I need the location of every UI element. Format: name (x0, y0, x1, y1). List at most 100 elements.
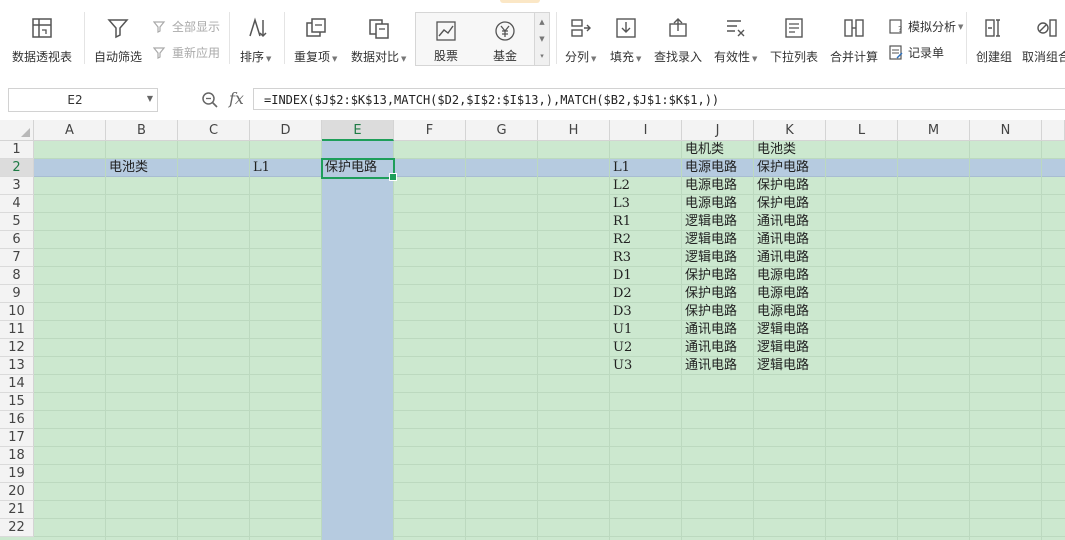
cell-j7[interactable]: 逻辑电路 (682, 249, 754, 267)
cell-k4[interactable]: 保护电路 (754, 195, 826, 213)
cell-k10[interactable]: 电源电路 (754, 303, 826, 321)
show-all-button[interactable]: 全部显示 (152, 18, 220, 35)
select-all-corner[interactable] (0, 120, 34, 141)
column-header-e[interactable]: E (322, 120, 394, 141)
gallery-scrollbar[interactable]: ▲ ▼ ▾ (534, 13, 549, 65)
grid-row[interactable] (34, 213, 1065, 231)
grid-row[interactable] (34, 411, 1065, 429)
formula-input[interactable]: =INDEX($J$2:$K$13,MATCH($D2,$I$2:$I$13,)… (253, 88, 1065, 110)
cell-b2[interactable]: 电池类 (106, 159, 178, 177)
column-header-j[interactable]: J (682, 120, 754, 141)
cell-k7[interactable]: 通讯电路 (754, 249, 826, 267)
cell-k6[interactable]: 通讯电路 (754, 231, 826, 249)
row-header-10[interactable]: 10 (0, 303, 34, 321)
grid-row[interactable] (34, 231, 1065, 249)
cell-i7[interactable]: R3 (610, 249, 682, 267)
row-header-19[interactable]: 19 (0, 465, 34, 483)
cell-i13[interactable]: U3 (610, 357, 682, 375)
row-header-3[interactable]: 3 (0, 177, 34, 195)
row-header-13[interactable]: 13 (0, 357, 34, 375)
cell-k5[interactable]: 通讯电路 (754, 213, 826, 231)
cell-j4[interactable]: 电源电路 (682, 195, 754, 213)
autofilter-button[interactable]: 自动筛选 (94, 14, 142, 70)
dropdown-list-button[interactable]: 下拉列表 (770, 14, 818, 70)
cell-j9[interactable]: 保护电路 (682, 285, 754, 303)
column-header-b[interactable]: B (106, 120, 178, 141)
grid-row[interactable] (34, 483, 1065, 501)
column-header-partial[interactable] (1042, 120, 1065, 141)
column-header-c[interactable]: C (178, 120, 250, 141)
cell-k11[interactable]: 逻辑电路 (754, 321, 826, 339)
row-header-5[interactable]: 5 (0, 213, 34, 231)
what-if-analysis-button[interactable]: ? 模拟分析 ▼ (888, 18, 963, 35)
cell-j8[interactable]: 保护电路 (682, 267, 754, 285)
data-compare-button[interactable]: 数据对比 ▼ (351, 14, 406, 70)
fill-handle[interactable] (389, 173, 397, 181)
row-header-20[interactable]: 20 (0, 483, 34, 501)
cell-k12[interactable]: 逻辑电路 (754, 339, 826, 357)
duplicates-button[interactable]: 重复项 ▼ (294, 14, 337, 70)
cell-k8[interactable]: 电源电路 (754, 267, 826, 285)
column-header-i[interactable]: I (610, 120, 682, 141)
cell-j6[interactable]: 逻辑电路 (682, 231, 754, 249)
row-header-7[interactable]: 7 (0, 249, 34, 267)
row-header-2[interactable]: 2 (0, 159, 34, 177)
reapply-button[interactable]: 重新应用 (152, 44, 220, 61)
cell-d2[interactable]: L1 (250, 159, 322, 177)
cell-k1[interactable]: 电池类 (754, 141, 826, 159)
pivot-table-button[interactable]: 数据透视表 (12, 14, 72, 70)
cell-j1[interactable]: 电机类 (682, 141, 754, 159)
grid-row[interactable] (34, 249, 1065, 267)
row-header-14[interactable]: 14 (0, 375, 34, 393)
grid-row[interactable] (34, 267, 1065, 285)
cell-k2[interactable]: 保护电路 (754, 159, 826, 177)
cell-j2[interactable]: 电源电路 (682, 159, 754, 177)
grid-row[interactable] (34, 321, 1065, 339)
row-header-8[interactable]: 8 (0, 267, 34, 285)
cell-j5[interactable]: 逻辑电路 (682, 213, 754, 231)
cell-j10[interactable]: 保护电路 (682, 303, 754, 321)
row-header-15[interactable]: 15 (0, 393, 34, 411)
cell-k3[interactable]: 保护电路 (754, 177, 826, 195)
column-header-f[interactable]: F (394, 120, 466, 141)
row-header-6[interactable]: 6 (0, 231, 34, 249)
chevron-down-icon[interactable]: ▼ (539, 35, 544, 43)
row-header-16[interactable]: 16 (0, 411, 34, 429)
cell-i3[interactable]: L2 (610, 177, 682, 195)
lookup-entry-button[interactable]: 查找录入 (654, 14, 702, 70)
grid-row[interactable] (34, 501, 1065, 519)
validity-button[interactable]: 有效性 ▼ (714, 14, 757, 70)
column-header-h[interactable]: H (538, 120, 610, 141)
cell-j12[interactable]: 通讯电路 (682, 339, 754, 357)
row-header-21[interactable]: 21 (0, 501, 34, 519)
cell-i2[interactable]: L1 (610, 159, 682, 177)
column-header-l[interactable]: L (826, 120, 898, 141)
grid-row[interactable] (34, 339, 1065, 357)
fill-button[interactable]: 填充 ▼ (610, 14, 641, 70)
insert-function-icon[interactable]: fx (229, 89, 244, 108)
grid-row[interactable] (34, 357, 1065, 375)
stock-button[interactable]: 股票 (417, 13, 475, 65)
column-header-n[interactable]: N (970, 120, 1042, 141)
name-box[interactable]: E2 ▼ (8, 88, 158, 112)
grid-row[interactable] (34, 519, 1065, 537)
grid-row[interactable] (34, 195, 1065, 213)
create-group-button[interactable]: 创建组 (976, 14, 1012, 70)
grid-row[interactable] (34, 303, 1065, 321)
cell-k13[interactable]: 逻辑电路 (754, 357, 826, 375)
row-header-1[interactable]: 1 (0, 141, 34, 159)
cell-j13[interactable]: 通讯电路 (682, 357, 754, 375)
cell-i8[interactable]: D1 (610, 267, 682, 285)
chevron-up-icon[interactable]: ▲ (539, 18, 544, 26)
row-header-22[interactable]: 22 (0, 519, 34, 537)
cell-i5[interactable]: R1 (610, 213, 682, 231)
grid-row[interactable] (34, 447, 1065, 465)
row-header-12[interactable]: 12 (0, 339, 34, 357)
cell-i4[interactable]: L3 (610, 195, 682, 213)
spreadsheet-grid[interactable]: A B C D E F G H I J K L M N 1 2 3 4 5 6 7 8 9 10 11 12 13 14 15 16 17 1… (0, 120, 1065, 540)
row-header-18[interactable]: 18 (0, 447, 34, 465)
consolidate-button[interactable]: 合并计算 (830, 14, 878, 70)
row-header-9[interactable]: 9 (0, 285, 34, 303)
active-cell-border[interactable] (321, 158, 397, 181)
grid-row[interactable] (34, 465, 1065, 483)
